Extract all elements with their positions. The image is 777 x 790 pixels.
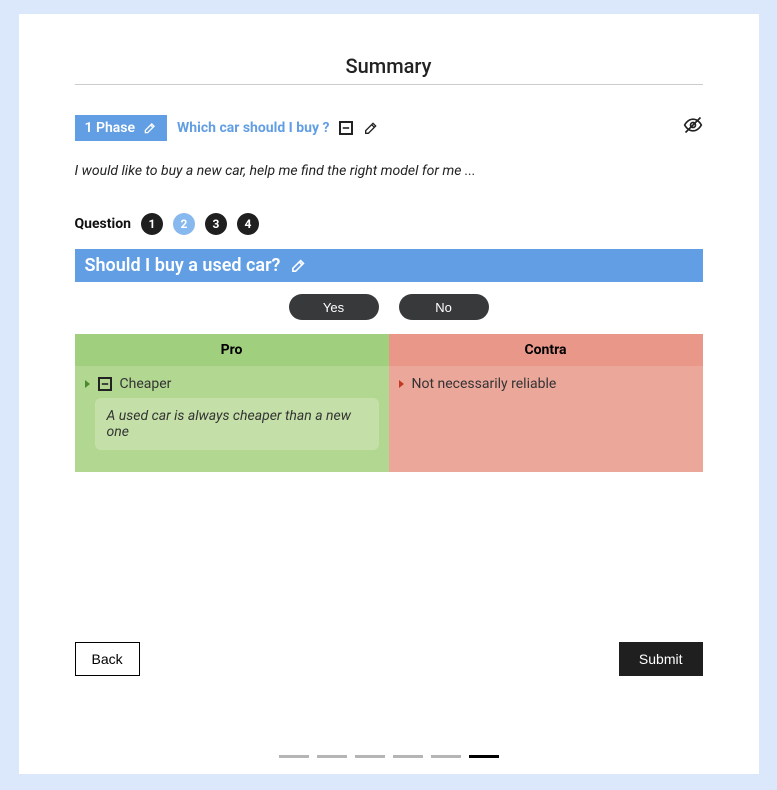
edit-icon[interactable] xyxy=(143,121,157,135)
contra-argument-title: Not necessarily reliable xyxy=(412,376,557,392)
edit-icon[interactable] xyxy=(363,120,379,136)
step-2[interactable] xyxy=(317,755,347,758)
yes-button[interactable]: Yes xyxy=(289,294,379,320)
phase-chip[interactable]: 1 Phase xyxy=(75,115,168,141)
step-6[interactable] xyxy=(469,755,499,758)
phase-row: 1 Phase Which car should I buy ? xyxy=(75,115,703,141)
no-button[interactable]: No xyxy=(399,294,489,320)
question-label: Question xyxy=(75,216,131,232)
question-pill-4[interactable]: 4 xyxy=(237,213,259,235)
question-pill-3[interactable]: 3 xyxy=(205,213,227,235)
pro-argument-row[interactable]: Cheaper xyxy=(75,366,389,398)
current-question-text: Should I buy a used car? xyxy=(85,255,281,276)
pro-header: Pro xyxy=(75,334,389,366)
question-pill-2[interactable]: 2 xyxy=(173,213,195,235)
collapse-icon[interactable] xyxy=(98,377,112,391)
back-button[interactable]: Back xyxy=(75,642,140,676)
step-5[interactable] xyxy=(431,755,461,758)
contra-column: Contra Not necessarily reliable xyxy=(389,334,703,472)
submit-button[interactable]: Submit xyxy=(619,642,703,676)
pro-argument-title: Cheaper xyxy=(120,376,172,392)
collapse-icon[interactable] xyxy=(339,121,353,135)
eye-off-icon[interactable] xyxy=(683,115,703,135)
caret-right-icon xyxy=(85,380,90,388)
summary-sheet: Summary 1 Phase Which car should I buy ?… xyxy=(19,14,759,774)
contra-header: Contra xyxy=(389,334,703,366)
phase-chip-label: 1 Phase xyxy=(85,120,136,136)
page-stepper xyxy=(19,755,759,758)
question-nav: Question 1 2 3 4 xyxy=(75,213,703,235)
phase-question[interactable]: Which car should I buy ? xyxy=(177,120,329,136)
step-3[interactable] xyxy=(355,755,385,758)
caret-right-icon xyxy=(399,380,404,388)
pro-contra-grid: Pro Cheaper A used car is always cheaper… xyxy=(75,334,703,472)
pro-column: Pro Cheaper A used car is always cheaper… xyxy=(75,334,389,472)
pro-argument-detail: A used car is always cheaper than a new … xyxy=(95,398,379,450)
current-question-bar: Should I buy a used car? xyxy=(75,249,703,282)
yes-no-row: Yes No xyxy=(75,294,703,320)
question-pill-1[interactable]: 1 xyxy=(141,213,163,235)
step-1[interactable] xyxy=(279,755,309,758)
page-title: Summary xyxy=(75,54,703,85)
edit-icon[interactable] xyxy=(290,257,307,274)
footer-actions: Back Submit xyxy=(75,642,703,676)
step-4[interactable] xyxy=(393,755,423,758)
phase-description: I would like to buy a new car, help me f… xyxy=(75,163,703,179)
contra-argument-row[interactable]: Not necessarily reliable xyxy=(389,366,703,398)
